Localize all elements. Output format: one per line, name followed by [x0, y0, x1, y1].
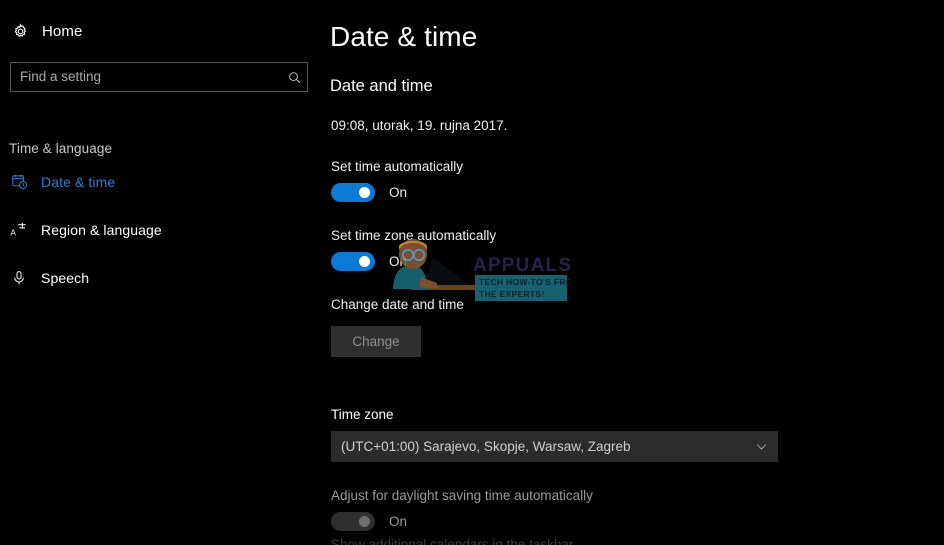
set-time-automatically-label: Set time automatically	[331, 159, 464, 174]
time-zone-label: Time zone	[331, 407, 394, 422]
sidebar-item-label: Date & time	[41, 173, 116, 190]
sidebar-item-region-language[interactable]: A Region & language	[0, 214, 320, 245]
set-timezone-automatically-toggle[interactable]	[331, 252, 375, 271]
search-icon[interactable]	[281, 70, 307, 85]
microphone-icon	[4, 270, 34, 286]
daylight-saving-toggle[interactable]	[331, 512, 375, 531]
sidebar-item-label: Region & language	[41, 221, 162, 238]
settings-window: Home Time & language	[0, 0, 944, 545]
section-heading: Date and time	[330, 77, 433, 95]
gear-icon	[6, 22, 34, 40]
set-time-automatically-toggle[interactable]	[331, 183, 375, 202]
chevron-down-icon[interactable]	[744, 439, 778, 454]
search-box[interactable]	[10, 62, 308, 92]
sidebar-item-label: Speech	[41, 269, 90, 286]
toggle-knob	[359, 516, 370, 527]
time-zone-selected-value: (UTC+01:00) Sarajevo, Skopje, Warsaw, Za…	[341, 439, 631, 454]
sidebar-item-home[interactable]: Home	[0, 16, 320, 46]
search-input[interactable]	[11, 63, 281, 91]
sidebar-home-label: Home	[42, 22, 83, 40]
cut-off-setting-label: Show additional calendars in the taskbar	[331, 537, 574, 545]
change-button[interactable]: Change	[331, 326, 421, 357]
set-time-automatically-row: On	[331, 183, 944, 202]
daylight-saving-label: Adjust for daylight saving time automati…	[331, 488, 593, 503]
set-time-automatically-state: On	[389, 185, 408, 200]
language-icon: A	[4, 221, 34, 239]
sidebar-item-date-time[interactable]: Date & time	[0, 166, 320, 197]
set-timezone-automatically-state: On	[389, 254, 408, 269]
time-zone-dropdown[interactable]: (UTC+01:00) Sarajevo, Skopje, Warsaw, Za…	[331, 431, 778, 462]
svg-text:A: A	[10, 228, 16, 237]
daylight-saving-state: On	[389, 514, 408, 529]
change-date-time-label: Change date and time	[331, 297, 464, 312]
calendar-clock-icon	[4, 173, 34, 190]
main-content: Date & time Date and time 09:08, utorak,…	[320, 0, 944, 545]
toggle-knob	[359, 187, 370, 198]
sidebar-item-speech[interactable]: Speech	[0, 262, 320, 293]
current-datetime-text: 09:08, utorak, 19. rujna 2017.	[331, 118, 508, 133]
set-timezone-automatically-label: Set time zone automatically	[331, 228, 497, 243]
toggle-knob	[359, 256, 370, 267]
page-title: Date & time	[330, 21, 478, 52]
sidebar: Home Time & language	[0, 0, 320, 545]
sidebar-group-title: Time & language	[9, 141, 113, 156]
set-timezone-automatically-row: On	[331, 252, 944, 271]
daylight-saving-row: On	[331, 512, 944, 531]
